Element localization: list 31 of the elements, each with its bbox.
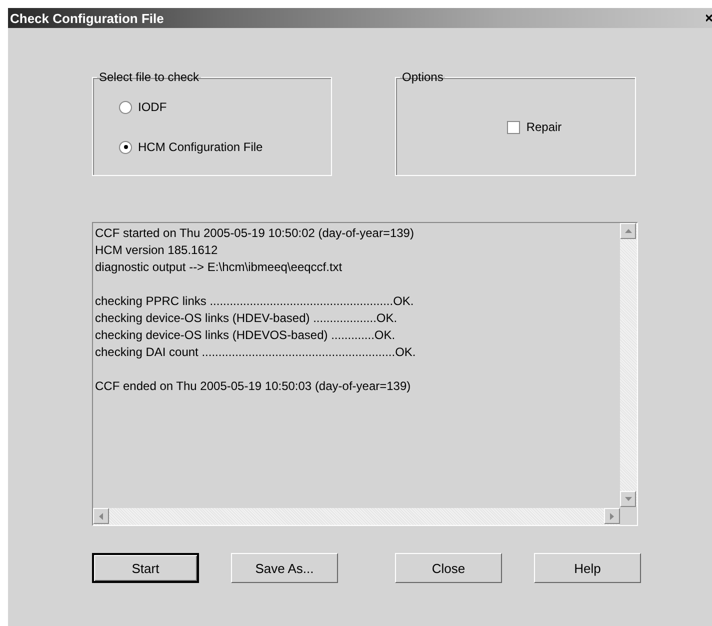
- radio-option[interactable]: HCM Configuration File: [119, 140, 331, 154]
- radio-label: IODF: [138, 100, 167, 114]
- radio-label: HCM Configuration File: [138, 140, 263, 154]
- log-line: CCF started on Thu 2005-05-19 10:50:02 (day-of-year=139): [95, 225, 414, 242]
- scroll-up-icon[interactable]: [620, 223, 636, 239]
- group-label: Options: [401, 70, 444, 84]
- log-line: checking device-OS links (HDEV-based) ...................OK.: [95, 310, 398, 327]
- dialog-button[interactable]: Save As...: [231, 553, 338, 583]
- log-line: checking device-OS links (HDEVOS-based) .............OK.: [95, 327, 396, 344]
- radio-icon[interactable]: [119, 140, 132, 154]
- log-line: diagnostic output --> E:\hcm\ibmeeq\eeqccf.txt: [95, 259, 342, 276]
- window-title: Check Configuration File: [10, 10, 164, 26]
- vertical-scrollbar[interactable]: [620, 223, 637, 507]
- close-icon[interactable]: [706, 14, 712, 22]
- log-output-box[interactable]: [92, 222, 638, 526]
- radio-icon[interactable]: [119, 100, 132, 114]
- dialog-button[interactable]: Start: [92, 553, 199, 583]
- horizontal-scrollbar[interactable]: [93, 508, 620, 525]
- scroll-left-icon[interactable]: [93, 508, 109, 524]
- radio-option[interactable]: IODF: [119, 100, 331, 114]
- checkbox-label: Repair: [526, 120, 562, 134]
- log-line: checking DAI count ..........................................................OK.: [95, 344, 416, 361]
- log-line: HCM version 185.1612: [95, 242, 218, 259]
- scroll-down-icon[interactable]: [620, 491, 636, 507]
- log-line: CCF ended on Thu 2005-05-19 10:50:03 (day-of-year=139): [95, 378, 411, 395]
- scroll-right-icon[interactable]: [604, 508, 620, 524]
- group-label: Select file to check: [98, 70, 200, 84]
- checkbox[interactable]: [507, 120, 520, 134]
- log-line: checking PPRC links .......................................................OK.: [95, 293, 414, 310]
- dialog-button[interactable]: Help: [534, 553, 641, 583]
- dialog-button[interactable]: Close: [395, 553, 502, 583]
